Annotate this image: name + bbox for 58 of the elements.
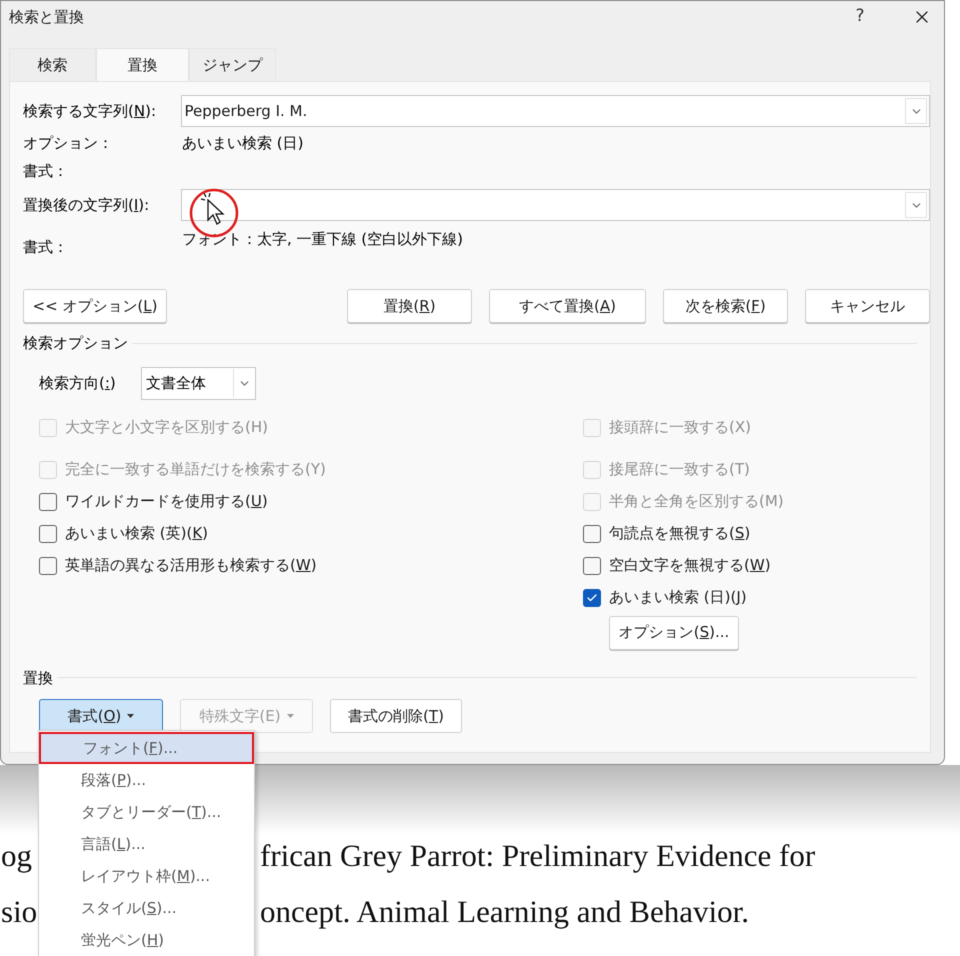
menu-item[interactable]: フォント(F)...: [39, 732, 254, 764]
checkbox-label: 句読点を無視する(S): [609, 523, 750, 544]
menu-item[interactable]: レイアウト枠(M)...: [39, 860, 254, 892]
document-text: frican Grey Parrot: Preliminary Evidence for: [260, 836, 816, 875]
checkbox-label: 接頭辞に一致する(X): [609, 417, 751, 438]
checkbox-label: あいまい検索 (英)(K): [65, 523, 208, 544]
section-heading: 検索オプション: [23, 333, 129, 354]
action-button[interactable]: 次を検索(F): [663, 289, 788, 323]
direction-label: 検索方向(:): [39, 372, 117, 394]
help-button[interactable]: ?: [840, 4, 880, 30]
options-button[interactable]: オプション(S)...: [609, 616, 739, 650]
section-heading: 置換: [23, 668, 54, 688]
checkbox-label: 接尾辞に一致する(T): [609, 459, 750, 480]
menu-item[interactable]: 言語(L)...: [39, 828, 254, 860]
find-field[interactable]: Pepperberg I. M.: [181, 95, 930, 127]
find-label: 検索する文字列(N):: [23, 100, 157, 122]
action-button[interactable]: すべて置換(A): [489, 289, 646, 323]
checkbox-label: ワイルドカードを使用する(U): [65, 491, 268, 512]
action-button[interactable]: 置換(R): [347, 289, 472, 323]
dropdown-button[interactable]: [905, 192, 927, 218]
replace-field[interactable]: [181, 189, 930, 221]
checkbox-label: 空白文字を無視する(W): [609, 555, 771, 576]
menu-item[interactable]: 段落(P)...: [39, 764, 254, 796]
checkbox-label: あいまい検索 (日)(J): [609, 587, 747, 608]
options-label: オプション：: [23, 132, 114, 154]
checkbox-label: 完全に一致する単語だけを検索する(Y): [65, 459, 326, 480]
menu-item[interactable]: スタイル(S)...: [39, 892, 254, 924]
checkbox[interactable]: [39, 492, 57, 510]
dropdown-button[interactable]: [905, 98, 927, 124]
tab[interactable]: 検索: [9, 48, 96, 81]
checkbox-label: 大文字と小文字を区別する(H): [65, 417, 268, 438]
checkbox-label: 英単語の異なる活用形も検索する(W): [65, 555, 317, 576]
window-title: 検索と置換: [9, 6, 85, 28]
document-text: sio: [1, 892, 38, 931]
tab[interactable]: ジャンプ: [189, 48, 276, 81]
caret-icon: [286, 714, 294, 718]
document-text: oncept. Animal Learning and Behavior.: [260, 892, 749, 931]
menu-item[interactable]: 蛍光ペン(H): [39, 924, 254, 956]
checkbox[interactable]: [583, 588, 601, 606]
tab[interactable]: 置換: [96, 48, 189, 81]
options-value: あいまい検索 (日): [182, 132, 304, 154]
action-button[interactable]: キャンセル: [805, 289, 930, 323]
caret-icon: [127, 714, 134, 718]
document-text: og: [1, 836, 32, 875]
replace-label: 置換後の文字列(I):: [23, 194, 150, 216]
format-button[interactable]: 書式の削除(T): [330, 699, 462, 733]
checkbox-label: 半角と全角を区別する(M): [609, 491, 784, 512]
check-icon: [586, 592, 598, 604]
menu-item[interactable]: タブとリーダー(T)...: [39, 796, 254, 828]
direction-select[interactable]: 文書全体: [141, 366, 256, 400]
format-label: 書式：: [23, 160, 68, 182]
checkbox[interactable]: [583, 556, 601, 574]
checkbox[interactable]: [583, 524, 601, 542]
less-options-button[interactable]: << オプション(L): [23, 289, 167, 323]
format-button[interactable]: 書式(O): [39, 699, 163, 733]
checkbox[interactable]: [39, 524, 57, 542]
checkbox[interactable]: [39, 556, 57, 574]
format-label: 書式：: [23, 236, 69, 258]
